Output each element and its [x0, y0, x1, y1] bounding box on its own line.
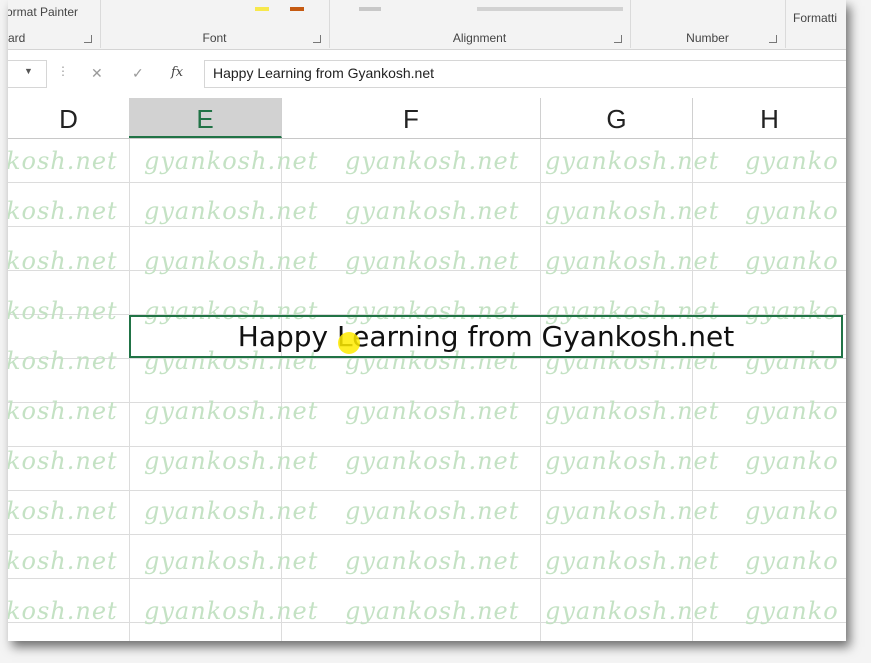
column-header-d[interactable]: D	[8, 98, 130, 138]
watermark-text: gyankosh.net	[545, 447, 720, 475]
watermark-text: kosh.net	[8, 297, 118, 325]
name-box-dropdown-icon[interactable]: ▼	[24, 66, 33, 76]
number-group: Number	[630, 0, 786, 48]
watermark-text: gyankosh.net	[545, 597, 720, 625]
font-group: Font	[100, 0, 330, 48]
font-color-swatch[interactable]	[290, 7, 304, 11]
watermark-text: kosh.net	[8, 497, 118, 525]
watermark-text: kosh.net	[8, 597, 118, 625]
formula-text: Happy Learning from Gyankosh.net	[213, 65, 435, 81]
watermark-text: gyankosh.net	[345, 397, 520, 425]
watermark-text: gyankosh.net	[144, 497, 319, 525]
column-header-e[interactable]: E	[129, 98, 282, 138]
watermark-text: gyankosh.net	[545, 497, 720, 525]
column-headers: D E F G H	[8, 98, 846, 139]
cell-grid[interactable]: kosh.net gyankosh.net gyankosh.net gyankosh…	[8, 139, 846, 641]
mouse-cursor-highlight	[338, 332, 360, 354]
insert-function-icon[interactable]: fx	[171, 65, 183, 80]
cancel-icon[interactable]: ✕	[91, 65, 103, 82]
watermark-text: gyankosh.net	[345, 497, 520, 525]
watermark-text: gyankosh.net	[345, 197, 520, 225]
column-header-g[interactable]: G	[541, 98, 693, 138]
watermark-text: gyankosh.net	[144, 597, 319, 625]
watermark-text: gyankosh.net	[144, 447, 319, 475]
ribbon: ormat Painter ard Font Alignment Number …	[8, 0, 846, 50]
alignment-launcher-icon[interactable]	[614, 35, 622, 43]
watermark-text: gyankosh.net	[144, 147, 319, 175]
watermark-text: gyankosh.net	[345, 547, 520, 575]
watermark-text: kosh.net	[8, 147, 118, 175]
formula-bar-row: ▼ ⋮ ✕ ✓ fx Happy Learning from Gyankosh.…	[8, 52, 846, 96]
alignment-group-label: Alignment	[452, 31, 507, 45]
watermark-text: gyankosh.net	[545, 397, 720, 425]
watermark-text: gyankosh.net	[144, 397, 319, 425]
watermark-text: gyankosh.net	[545, 147, 720, 175]
font-group-label: Font	[202, 31, 227, 45]
watermark-text: gyanko	[745, 147, 839, 175]
watermark-text: kosh.net	[8, 347, 118, 375]
excel-window: ormat Painter ard Font Alignment Number …	[8, 0, 846, 641]
watermark-text: gyanko	[745, 397, 839, 425]
watermark-text: gyankosh.net	[545, 197, 720, 225]
watermark-text: gyanko	[745, 247, 839, 275]
merged-cell-text: Happy Learning from Gyankosh.net	[237, 320, 735, 353]
name-box[interactable]: ▼	[8, 60, 47, 88]
formula-input[interactable]: Happy Learning from Gyankosh.net	[204, 60, 846, 88]
watermark-text: gyanko	[745, 197, 839, 225]
highlight-color-swatch[interactable]	[255, 7, 269, 11]
watermark-text: gyankosh.net	[144, 197, 319, 225]
watermark-text: gyankosh.net	[345, 247, 520, 275]
watermark-text: kosh.net	[8, 397, 118, 425]
format-painter-button[interactable]: ormat Painter	[8, 5, 78, 19]
clipboard-group-label: ard	[8, 31, 26, 45]
clipboard-launcher-icon[interactable]	[84, 35, 92, 43]
watermark-text: kosh.net	[8, 547, 118, 575]
watermark-text: gyanko	[745, 597, 839, 625]
watermark-text: gyanko	[745, 497, 839, 525]
column-header-h[interactable]: H	[693, 98, 846, 138]
watermark-text: gyanko	[745, 547, 839, 575]
merged-cell-e-h[interactable]: Happy Learning from Gyankosh.net	[129, 315, 843, 358]
gridline	[540, 139, 541, 641]
watermark-text: gyankosh.net	[144, 247, 319, 275]
enter-icon[interactable]: ✓	[132, 65, 144, 82]
alignment-control[interactable]	[359, 7, 381, 11]
formula-bar-grip-icon: ⋮	[57, 64, 69, 78]
watermark-text: gyankosh.net	[345, 147, 520, 175]
styles-group: Formatti	[785, 0, 846, 48]
conditional-formatting-button[interactable]: Formatti	[793, 11, 837, 25]
merge-center-control[interactable]	[477, 7, 623, 11]
watermark-text: gyankosh.net	[144, 547, 319, 575]
font-launcher-icon[interactable]	[313, 35, 321, 43]
gridline	[129, 139, 130, 641]
watermark-text: gyankosh.net	[545, 547, 720, 575]
watermark-text: gyankosh.net	[345, 597, 520, 625]
alignment-group: Alignment	[329, 0, 631, 48]
watermark-text: gyankosh.net	[345, 447, 520, 475]
number-launcher-icon[interactable]	[769, 35, 777, 43]
number-group-label: Number	[686, 31, 729, 45]
watermark-text: gyankosh.net	[545, 247, 720, 275]
clipboard-group: ormat Painter ard	[8, 0, 101, 48]
column-header-f[interactable]: F	[282, 98, 541, 138]
watermark-text: kosh.net	[8, 447, 118, 475]
watermark-text: gyanko	[745, 447, 839, 475]
watermark-text: kosh.net	[8, 197, 118, 225]
watermark-text: kosh.net	[8, 247, 118, 275]
